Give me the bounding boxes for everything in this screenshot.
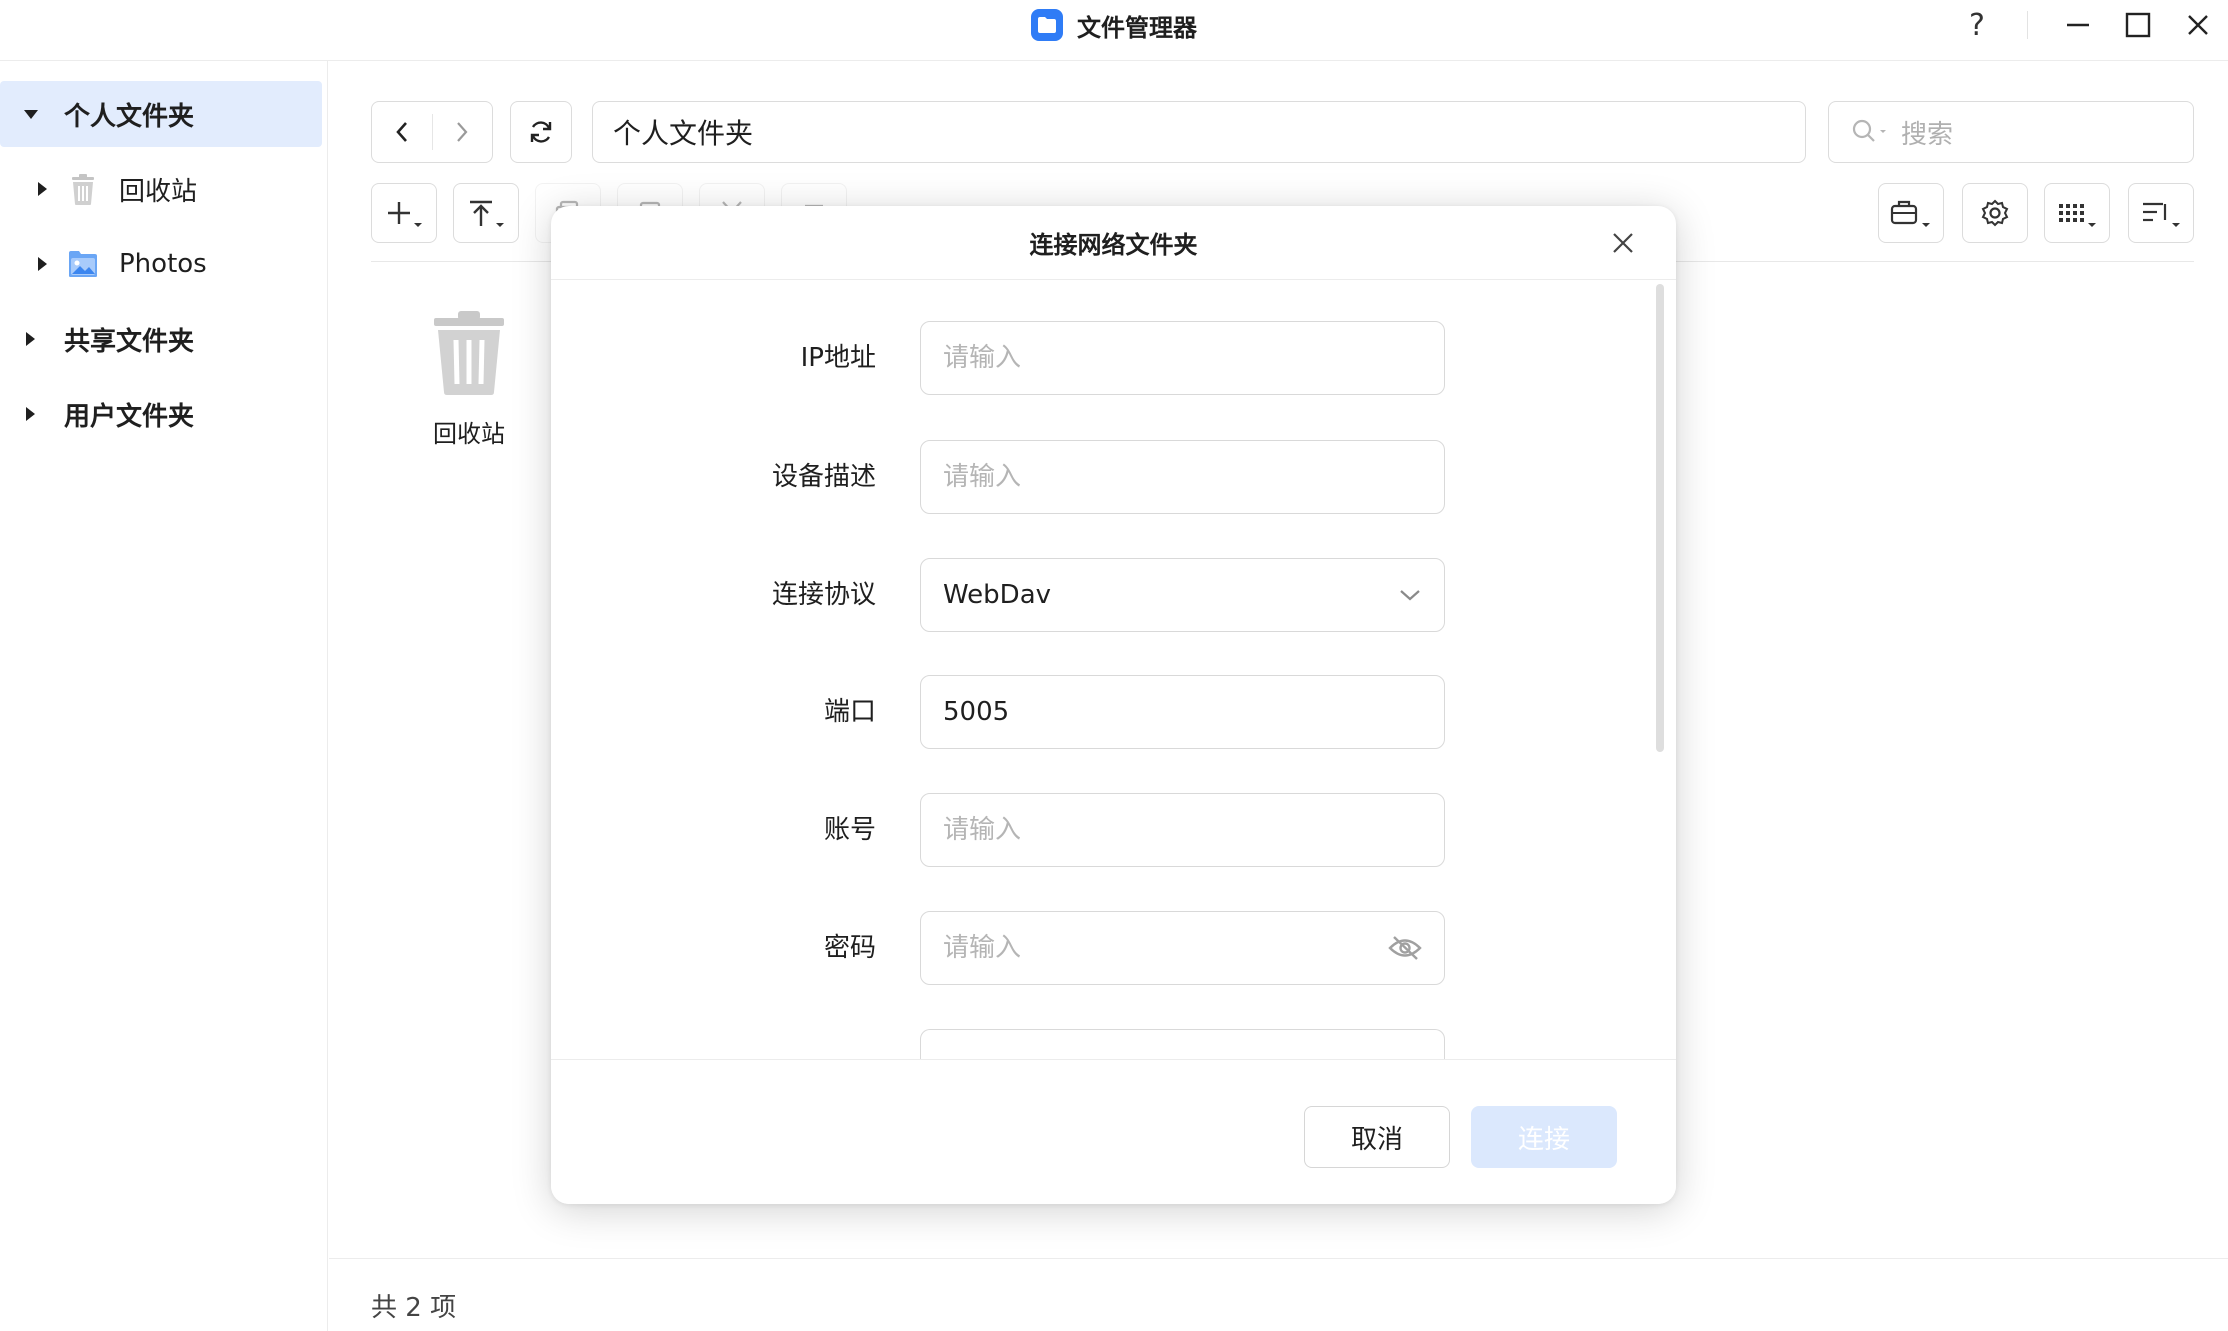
dialog-footer: 取消 连接 [551, 1059, 1676, 1204]
new-button[interactable] [371, 183, 437, 243]
gear-icon [1981, 199, 2009, 227]
dialog-scrollbar[interactable] [1656, 284, 1664, 752]
toolbox-dropdown-icon [1890, 200, 1930, 227]
description-input[interactable] [920, 440, 1445, 514]
connect-network-folder-dialog: 连接网络文件夹 IP地址 设备描述 连接协议 WebDav 端口 账号 [551, 206, 1676, 1204]
toggle-password-visibility-button[interactable] [1387, 931, 1423, 965]
form-row-protocol: 连接协议 WebDav [551, 558, 1676, 632]
dialog-header: 连接网络文件夹 [551, 206, 1676, 280]
forward-button[interactable] [433, 102, 493, 162]
view-mode-button[interactable] [2044, 183, 2110, 243]
window-controls: ? [1947, 0, 2228, 50]
maximize-button[interactable] [2108, 0, 2168, 50]
dialog-title: 连接网络文件夹 [1029, 231, 1198, 259]
app-title-group: 文件管理器 [0, 0, 2228, 50]
collapse-arrow-icon[interactable] [38, 182, 47, 196]
trash-icon [72, 174, 94, 205]
port-input[interactable] [920, 675, 1445, 749]
settings-button[interactable] [1962, 183, 2028, 243]
back-button[interactable] [372, 102, 432, 162]
close-icon [1613, 233, 1633, 253]
description-label: 设备描述 [771, 462, 876, 492]
sidebar-item-label: Photos [119, 249, 207, 279]
maximize-icon [2125, 12, 2151, 38]
current-path: 个人文件夹 [613, 117, 754, 150]
form-row-ip: IP地址 [551, 321, 1676, 395]
collapse-arrow-icon[interactable] [26, 332, 35, 346]
collapse-arrow-icon[interactable] [38, 257, 47, 271]
search-placeholder: 搜索 [1901, 119, 1954, 150]
status-bar: 共 2 项 [329, 1258, 2228, 1331]
minimize-icon [2067, 23, 2089, 27]
window-title: 文件管理器 [1077, 13, 1197, 42]
grid-view-dropdown-icon [2059, 204, 2096, 227]
sort-button[interactable] [2128, 183, 2194, 243]
collapse-arrow-icon[interactable] [26, 407, 35, 421]
file-item[interactable]: 回收站 [418, 310, 520, 449]
upload-dropdown-icon [470, 200, 504, 227]
account-input[interactable] [920, 793, 1445, 867]
search-input[interactable]: 搜索 [1828, 101, 2194, 163]
account-label: 账号 [823, 815, 876, 845]
item-count: 共 2 项 [371, 1293, 457, 1323]
trash-icon [434, 311, 504, 395]
path-field[interactable]: 个人文件夹 [592, 101, 1806, 163]
password-label: 密码 [823, 933, 876, 963]
protocol-value: WebDav [943, 580, 1052, 610]
title-bar: 文件管理器 ? [0, 0, 2228, 61]
sidebar-item-label: 个人文件夹 [64, 101, 195, 132]
refresh-button[interactable] [510, 101, 572, 163]
ip-label: IP地址 [800, 343, 876, 373]
sort-dropdown-icon [2143, 202, 2180, 227]
form-row-account: 账号 [551, 793, 1676, 867]
cancel-button[interactable]: 取消 [1304, 1106, 1450, 1168]
help-button[interactable]: ? [1947, 0, 2007, 50]
tools-button[interactable] [1878, 183, 1944, 243]
protocol-select[interactable]: WebDav [920, 558, 1445, 632]
protocol-label: 连接协议 [771, 580, 876, 610]
dialog-body: IP地址 设备描述 连接协议 WebDav 端口 账号 密码 [551, 281, 1676, 1059]
sidebar-item-label: 共享文件夹 [64, 326, 195, 357]
close-window-button[interactable] [2168, 0, 2228, 50]
sidebar-item-personal-folder[interactable]: 个人文件夹 [0, 81, 322, 147]
search-icon [1852, 119, 1886, 142]
plus-dropdown-icon [388, 202, 422, 227]
chevron-down-icon [1400, 590, 1420, 601]
minimize-button[interactable] [2048, 0, 2108, 50]
close-icon [2188, 15, 2208, 35]
chevron-right-icon [457, 122, 468, 142]
chevron-left-icon [396, 122, 407, 142]
form-row-description: 设备描述 [551, 440, 1676, 514]
next-field-input[interactable] [920, 1029, 1445, 1059]
dialog-close-button[interactable] [1606, 226, 1640, 260]
folder-app-icon [1031, 9, 1063, 41]
controls-divider [2027, 11, 2028, 39]
sidebar-item-label: 回收站 [119, 176, 198, 207]
file-name: 回收站 [433, 420, 505, 448]
history-nav-group [371, 101, 493, 163]
upload-button[interactable] [453, 183, 519, 243]
sidebar-item-label: 用户文件夹 [64, 401, 195, 432]
form-row-password: 密码 [551, 911, 1676, 985]
eye-hidden-icon [1388, 936, 1422, 960]
port-label: 端口 [823, 697, 876, 727]
ip-input[interactable] [920, 321, 1445, 395]
help-icon: ? [1969, 7, 1985, 43]
expand-arrow-icon[interactable] [24, 110, 38, 119]
sidebar-item-shared-folder[interactable]: 共享文件夹 [0, 306, 322, 372]
connect-button[interactable]: 连接 [1471, 1106, 1617, 1168]
refresh-icon [530, 121, 552, 143]
password-input[interactable] [920, 911, 1445, 985]
form-row-port: 端口 [551, 675, 1676, 749]
sidebar-item-photos[interactable]: Photos [0, 231, 322, 297]
photo-folder-icon [69, 251, 97, 277]
sidebar-item-user-folder[interactable]: 用户文件夹 [0, 381, 322, 447]
sidebar-item-recycle-bin[interactable]: 回收站 [0, 156, 322, 222]
sidebar: 个人文件夹 回收站 Photos 共享文件夹 用户文件夹 [0, 61, 328, 1331]
